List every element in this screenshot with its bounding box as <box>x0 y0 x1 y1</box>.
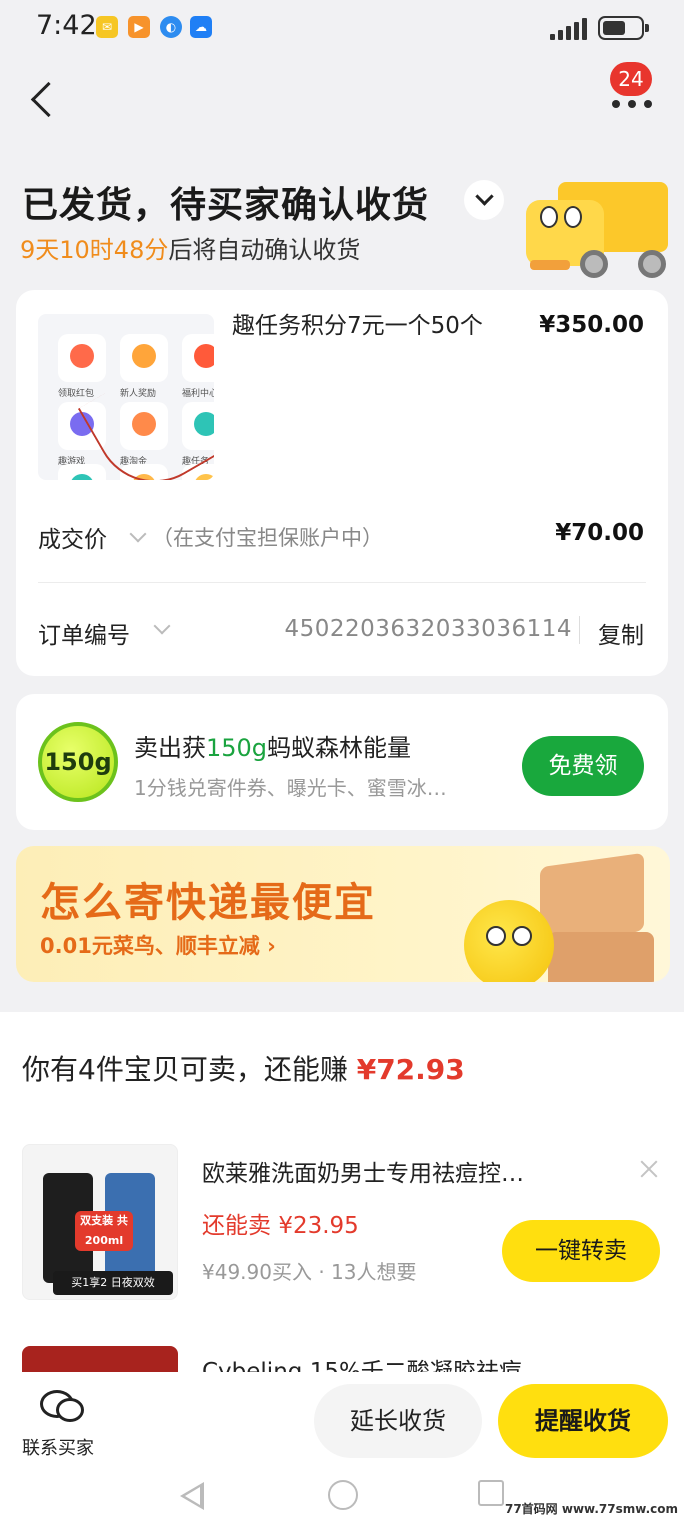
order-number: 4502203632033036114 <box>284 616 572 642</box>
banner-title: 怎么寄快递最便宜 <box>40 880 376 926</box>
status-expand-button[interactable] <box>464 180 504 220</box>
chevron-down-icon[interactable] <box>129 525 147 543</box>
product-image[interactable]: 领取红包 新人奖励 福利中心 趣游戏 趣淘金 趣任务 <box>38 314 214 480</box>
back-button[interactable] <box>26 84 62 120</box>
resell-heading-amount: ¥72.93 <box>356 1053 465 1086</box>
nav-home-icon[interactable] <box>328 1480 358 1510</box>
system-nav-bar: 77首码网 www.77smw.com <box>0 1466 684 1526</box>
bottom-action-bar: 联系买家 延长收货 提醒收货 <box>0 1372 684 1466</box>
more-dots-icon <box>610 100 654 108</box>
order-number-label[interactable]: 订单编号 <box>38 616 130 650</box>
countdown-text: 9天10时48分 <box>20 236 169 264</box>
play-icon: ▶ <box>128 16 150 38</box>
product-price: ¥350.00 <box>539 312 644 338</box>
nav-recent-icon[interactable] <box>478 1480 504 1506</box>
resell-item-meta: ¥49.90买入 · 13人想要 <box>202 1260 417 1284</box>
nav-back-icon[interactable] <box>180 1482 204 1510</box>
resell-item-image[interactable]: 双支装 共200ml 买1享2 日夜双效 <box>22 1144 178 1300</box>
page-title: 已发货，待买家确认收货 <box>22 185 430 226</box>
product-title[interactable]: 趣任务积分7元一个50个 <box>232 310 522 342</box>
energy-amount: 150g <box>206 734 268 762</box>
energy-card: 150g 卖出获150g蚂蚁森林能量 1分钱兑寄件券、曝光卡、蜜雪冰… 免费领 <box>16 694 668 830</box>
close-icon[interactable] <box>638 1158 660 1180</box>
energy-badge: 150g <box>38 722 118 802</box>
resell-price-prefix: 还能卖 <box>202 1213 279 1239</box>
more-button[interactable]: 24 <box>606 62 656 112</box>
copy-button[interactable]: 复制 <box>598 616 644 650</box>
resell-heading-prefix: 你有4件宝贝可卖，还能赚 <box>22 1053 357 1086</box>
next-item-title[interactable]: Cybeling 15%千二酸凝胶祛痘 <box>202 1352 562 1372</box>
resell-heading: 你有4件宝贝可卖，还能赚 ¥72.93 <box>22 1048 465 1088</box>
energy-title: 卖出获150g蚂蚁森林能量 <box>134 728 411 763</box>
watermark: 77首码网 www.77smw.com <box>504 1502 678 1516</box>
resell-item-title[interactable]: 欧莱雅洗面奶男士专用祛痘控… <box>202 1154 602 1188</box>
mascot-icon <box>464 900 554 982</box>
next-item-image[interactable] <box>22 1346 178 1372</box>
energy-subtitle: 1分钱兑寄件券、曝光卡、蜜雪冰… <box>134 776 447 800</box>
notification-badge: 24 <box>610 62 652 96</box>
energy-title-prefix: 卖出获 <box>134 734 206 762</box>
package-icon <box>548 932 654 982</box>
deal-note: （在支付宝担保账户中） <box>152 526 383 550</box>
cloud-icon: ☁ <box>190 16 212 38</box>
divider <box>38 582 646 583</box>
extend-receipt-button[interactable]: 延长收货 <box>314 1384 482 1458</box>
battery-icon <box>598 16 649 40</box>
contact-buyer-button[interactable]: 联系买家 <box>22 1434 94 1460</box>
remind-receipt-button[interactable]: 提醒收货 <box>498 1384 668 1458</box>
deal-price: ¥70.00 <box>555 520 644 546</box>
chat-icon[interactable] <box>40 1390 84 1426</box>
app-badge-icon: ✉ <box>96 16 118 38</box>
order-card: 领取红包 新人奖励 福利中心 趣游戏 趣淘金 趣任务 趣任务积分7元一个50个 … <box>16 290 668 676</box>
signal-icon <box>550 16 590 40</box>
delivery-truck-illustration <box>522 176 672 286</box>
resell-section: 你有4件宝贝可卖，还能赚 ¥72.93 双支装 共200ml 买1享2 日夜双效… <box>0 1012 684 1372</box>
resell-price-value: ¥23.95 <box>278 1213 359 1239</box>
status-bar: 7:42 ✉ ▶ ◐ ☁ <box>0 0 684 56</box>
countdown-suffix: 后将自动确认收货 <box>168 236 361 264</box>
free-claim-button[interactable]: 免费领 <box>522 736 644 796</box>
shipping-promo-banner[interactable]: 怎么寄快递最便宜 0.01元菜鸟、顺丰立减 › <box>16 846 670 982</box>
divider <box>579 616 580 644</box>
resell-price: 还能卖 ¥23.95 <box>202 1206 359 1240</box>
browser-icon: ◐ <box>160 16 182 38</box>
energy-title-suffix: 蚂蚁森林能量 <box>267 734 412 762</box>
chevron-down-icon[interactable] <box>153 617 171 635</box>
status-time: 7:42 <box>36 10 97 41</box>
one-click-resell-button[interactable]: 一键转卖 <box>502 1220 660 1282</box>
auto-confirm-note: 9天10时48分后将自动确认收货 <box>20 230 360 265</box>
deal-price-label[interactable]: 成交价 <box>38 520 107 554</box>
banner-subtitle[interactable]: 0.01元菜鸟、顺丰立减 › <box>40 930 276 960</box>
